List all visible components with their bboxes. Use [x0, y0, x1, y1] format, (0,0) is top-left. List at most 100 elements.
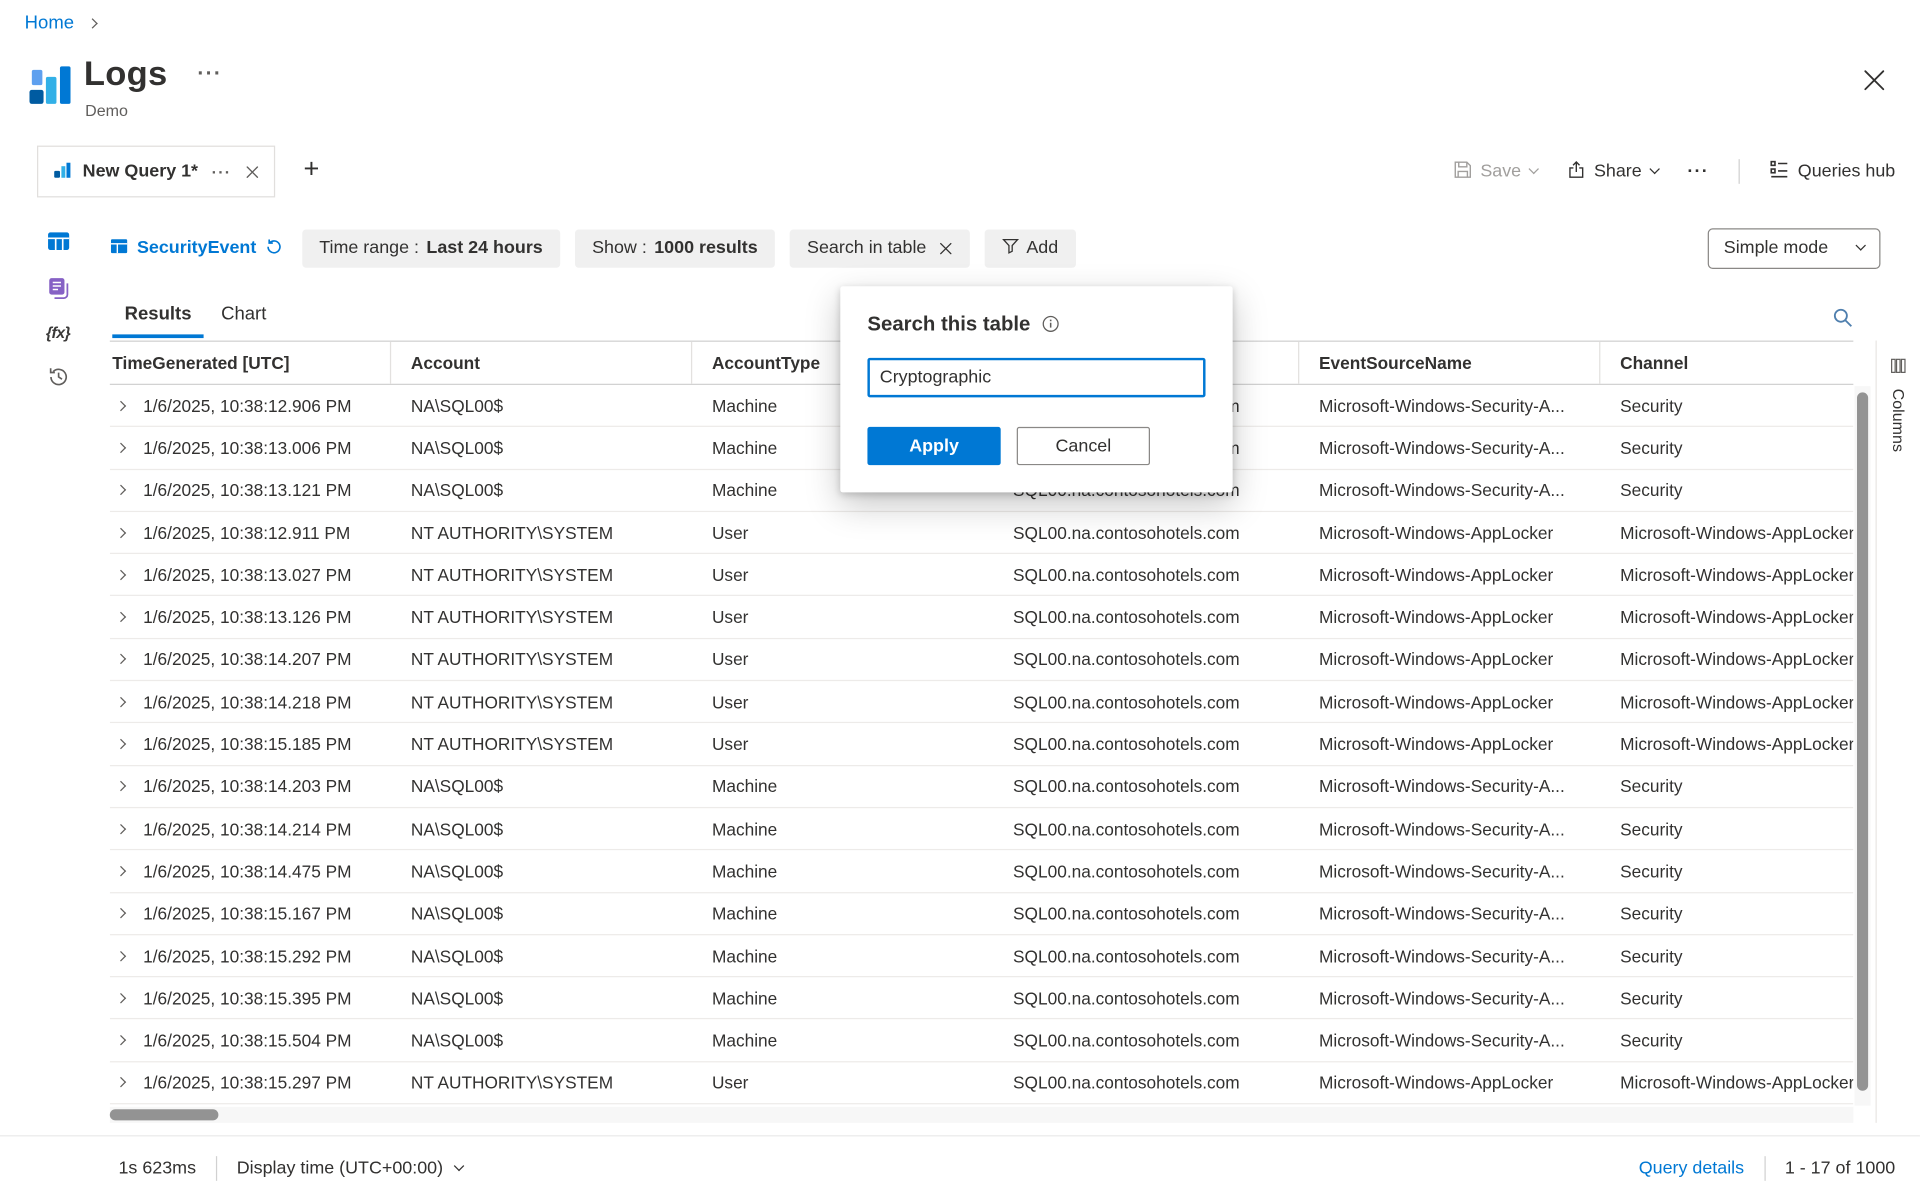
table-row[interactable]: 1/6/2025, 10:38:15.297 PM NT AUTHORITY\S…: [110, 1062, 1854, 1104]
functions-pane-icon[interactable]: {fx}: [46, 323, 70, 342]
columns-panel-toggle[interactable]: Columns: [1876, 341, 1920, 1123]
cell-account: NT AUTHORITY\SYSTEM: [411, 650, 613, 670]
row-expand-chevron-icon[interactable]: [116, 908, 126, 918]
table-row[interactable]: 1/6/2025, 10:38:15.504 PM NA\SQL00$ Mach…: [110, 1020, 1854, 1062]
search-results-icon[interactable]: [1832, 307, 1853, 328]
column-header-time-generated[interactable]: TimeGenerated [UTC]: [110, 342, 391, 384]
horizontal-scrollbar-thumb[interactable]: [110, 1109, 219, 1120]
row-expand-chevron-icon[interactable]: [116, 823, 126, 833]
time-range-pill[interactable]: Time range : Last 24 hours: [302, 229, 560, 267]
queries-pane-icon[interactable]: [46, 276, 69, 299]
row-expand-chevron-icon[interactable]: [116, 570, 126, 580]
show-results-pill[interactable]: Show : 1000 results: [575, 229, 775, 267]
display-time-dropdown[interactable]: Display time (UTC+00:00): [237, 1159, 463, 1179]
column-header-event-source-name[interactable]: EventSourceName: [1299, 342, 1600, 384]
close-button[interactable]: [1858, 64, 1890, 100]
cell-time-generated: 1/6/2025, 10:38:14.218 PM: [143, 692, 351, 712]
cell-computer: SQL00.na.contosohotels.com: [1013, 1030, 1240, 1050]
info-icon[interactable]: [1041, 314, 1060, 336]
query-details-link[interactable]: Query details: [1639, 1159, 1744, 1179]
cell-account: NT AUTHORITY\SYSTEM: [411, 523, 613, 543]
cell-time-generated: 1/6/2025, 10:38:15.185 PM: [143, 734, 351, 754]
table-row[interactable]: 1/6/2025, 10:38:12.911 PM NT AUTHORITY\S…: [110, 512, 1854, 554]
time-range-label: Time range :: [319, 238, 419, 258]
column-header-channel[interactable]: Channel: [1600, 342, 1853, 384]
selected-table-chip[interactable]: SecurityEvent: [110, 237, 282, 259]
cell-time-generated: 1/6/2025, 10:38:15.297 PM: [143, 1073, 351, 1093]
cell-time-generated: 1/6/2025, 10:38:13.126 PM: [143, 607, 351, 627]
query-tab-close-button[interactable]: [242, 162, 261, 181]
apply-button[interactable]: Apply: [867, 427, 1000, 465]
table-row[interactable]: 1/6/2025, 10:38:14.207 PM NT AUTHORITY\S…: [110, 639, 1854, 681]
queries-hub-button[interactable]: Queries hub: [1769, 159, 1895, 184]
row-expand-chevron-icon[interactable]: [116, 1077, 126, 1087]
row-expand-chevron-icon[interactable]: [116, 1035, 126, 1045]
vertical-scrollbar-thumb[interactable]: [1857, 392, 1868, 1090]
table-row[interactable]: 1/6/2025, 10:38:15.292 PM NA\SQL00$ Mach…: [110, 935, 1854, 977]
header-more-button[interactable]: ···: [197, 62, 222, 87]
column-header-account[interactable]: Account: [391, 342, 692, 384]
save-button[interactable]: Save: [1453, 160, 1537, 183]
row-expand-chevron-icon[interactable]: [116, 400, 126, 410]
table-row[interactable]: 1/6/2025, 10:38:13.027 PM NT AUTHORITY\S…: [110, 554, 1854, 596]
search-table-input[interactable]: [867, 358, 1205, 397]
row-expand-chevron-icon[interactable]: [116, 527, 126, 537]
query-tab-more-button[interactable]: ···: [212, 162, 232, 181]
cell-computer: SQL00.na.contosohotels.com: [1013, 692, 1240, 712]
tab-chart[interactable]: Chart: [206, 294, 281, 338]
query-tab[interactable]: New Query 1* ···: [37, 146, 275, 198]
row-expand-chevron-icon[interactable]: [116, 485, 126, 495]
query-history-icon[interactable]: [46, 365, 69, 388]
row-expand-chevron-icon[interactable]: [116, 781, 126, 791]
table-row[interactable]: 1/6/2025, 10:38:14.214 PM NA\SQL00$ Mach…: [110, 808, 1854, 850]
simple-mode-dropdown[interactable]: Simple mode: [1708, 228, 1881, 269]
cell-time-generated: 1/6/2025, 10:38:12.906 PM: [143, 396, 351, 416]
row-expand-chevron-icon[interactable]: [116, 697, 126, 707]
tab-results[interactable]: Results: [110, 294, 206, 338]
table-row[interactable]: 1/6/2025, 10:38:14.218 PM NT AUTHORITY\S…: [110, 681, 1854, 723]
row-expand-chevron-icon[interactable]: [116, 739, 126, 749]
add-filter-pill[interactable]: Add: [984, 229, 1075, 267]
chevron-down-icon: [1528, 164, 1538, 174]
cell-channel: Microsoft-Windows-AppLocker: [1620, 607, 1853, 627]
cell-account: NA\SQL00$: [411, 988, 503, 1008]
cell-account: NA\SQL00$: [411, 861, 503, 881]
row-expand-chevron-icon[interactable]: [116, 654, 126, 664]
cell-account-type: Machine: [712, 777, 777, 797]
share-button[interactable]: Share: [1567, 160, 1658, 183]
table-row[interactable]: 1/6/2025, 10:38:13.126 PM NT AUTHORITY\S…: [110, 597, 1854, 639]
table-row[interactable]: 1/6/2025, 10:38:14.475 PM NA\SQL00$ Mach…: [110, 850, 1854, 892]
tab-strip-more-button[interactable]: ···: [1687, 162, 1709, 182]
table-row[interactable]: 1/6/2025, 10:38:15.395 PM NA\SQL00$ Mach…: [110, 977, 1854, 1019]
cell-account-type: User: [712, 650, 748, 670]
cancel-button[interactable]: Cancel: [1017, 427, 1150, 465]
cell-channel: Security: [1620, 396, 1682, 416]
cell-computer: SQL00.na.contosohotels.com: [1013, 903, 1240, 923]
page-subtitle: Demo: [85, 101, 128, 120]
search-in-table-pill[interactable]: Search in table: [790, 229, 970, 267]
row-expand-chevron-icon[interactable]: [116, 993, 126, 1003]
vertical-scrollbar[interactable]: [1855, 386, 1871, 1105]
breadcrumb: Home: [25, 12, 97, 33]
tables-pane-icon[interactable]: [46, 230, 69, 253]
table-row[interactable]: 1/6/2025, 10:38:15.185 PM NT AUTHORITY\S…: [110, 724, 1854, 766]
table-row[interactable]: 1/6/2025, 10:38:15.167 PM NA\SQL00$ Mach…: [110, 893, 1854, 935]
new-tab-button[interactable]: +: [304, 153, 320, 185]
cell-channel: Microsoft-Windows-AppLocker: [1620, 692, 1853, 712]
cell-account: NT AUTHORITY\SYSTEM: [411, 607, 613, 627]
row-expand-chevron-icon[interactable]: [116, 443, 126, 453]
breadcrumb-home-link[interactable]: Home: [25, 12, 74, 33]
table-row[interactable]: 1/6/2025, 10:38:14.203 PM NA\SQL00$ Mach…: [110, 766, 1854, 808]
query-tab-strip: New Query 1* ··· + Save Share ·: [0, 146, 1920, 198]
cell-event-source-name: Microsoft-Windows-Security-A...: [1319, 396, 1565, 416]
queries-hub-label: Queries hub: [1798, 162, 1895, 182]
refresh-icon[interactable]: [265, 238, 282, 259]
row-expand-chevron-icon[interactable]: [116, 612, 126, 622]
result-range: 1 - 17 of 1000: [1785, 1159, 1895, 1179]
row-expand-chevron-icon[interactable]: [116, 950, 126, 960]
cell-event-source-name: Microsoft-Windows-AppLocker: [1319, 734, 1553, 754]
row-expand-chevron-icon[interactable]: [116, 866, 126, 876]
divider: [216, 1156, 217, 1181]
remove-search-filter-icon[interactable]: [939, 241, 953, 255]
horizontal-scrollbar[interactable]: [110, 1107, 1854, 1123]
